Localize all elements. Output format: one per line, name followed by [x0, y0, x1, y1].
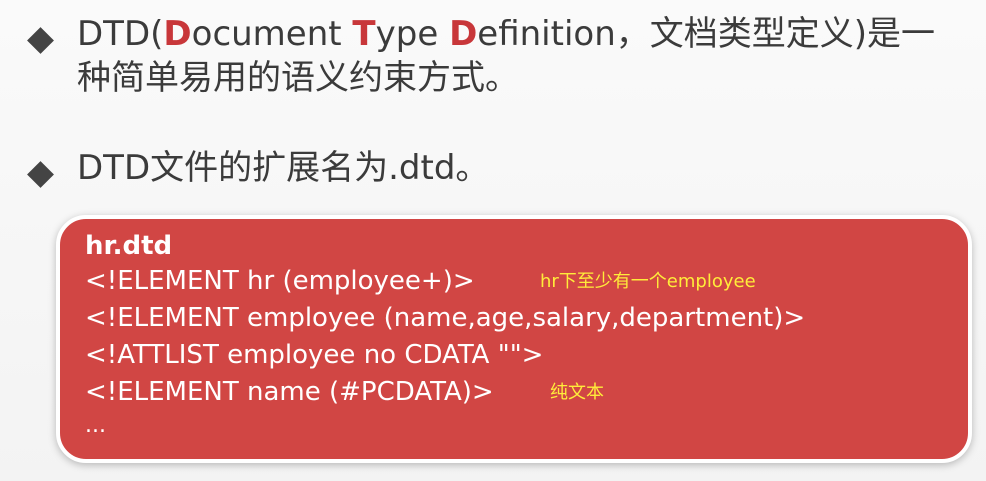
highlight-letter: T: [352, 14, 376, 54]
diamond-bullet-icon: [27, 27, 54, 54]
code-example-box: hr.dtd <!ELEMENT hr (employee+)> hr下至少有一…: [56, 215, 972, 463]
diamond-bullet-icon: [27, 161, 54, 188]
code-file-title: hr.dtd: [85, 231, 173, 261]
bullet-word: ocument: [191, 14, 353, 54]
bullet-dtd-definition: DTD(Document Type Definition，文档类型定义)是一种简…: [0, 12, 967, 100]
bullet-prefix: DTD(: [77, 14, 164, 54]
code-text: <!ATTLIST employee no CDATA "">: [85, 340, 544, 370]
code-ellipsis: ...: [85, 413, 106, 438]
highlight-letter: D: [163, 14, 192, 54]
code-line: <!ELEMENT employee (name,age,salary,depa…: [85, 300, 968, 337]
code-text: <!ELEMENT employee (name,age,salary,depa…: [85, 303, 806, 333]
code-line: <!ELEMENT hr (employee+)> hr下至少有一个employ…: [85, 263, 968, 300]
code-text: <!ELEMENT name (#PCDATA)>: [85, 377, 494, 407]
code-text: <!ELEMENT hr (employee+)>: [85, 266, 475, 296]
bullet-word: ype: [375, 14, 450, 54]
bullet-text: DTD文件的扩展名为.dtd。: [77, 148, 490, 188]
code-annotation: hr下至少有一个employee: [540, 271, 756, 292]
bullet-text: DTD(Document Type Definition，文档类型定义)是一种简…: [77, 12, 967, 100]
code-line: <!ATTLIST employee no CDATA "">: [85, 337, 968, 374]
bullet-dtd-extension: DTD文件的扩展名为.dtd。: [0, 146, 489, 190]
code-annotation: 纯文本: [550, 382, 604, 403]
highlight-letter: D: [449, 14, 478, 54]
code-line: <!ELEMENT name (#PCDATA)> 纯文本: [85, 374, 968, 411]
